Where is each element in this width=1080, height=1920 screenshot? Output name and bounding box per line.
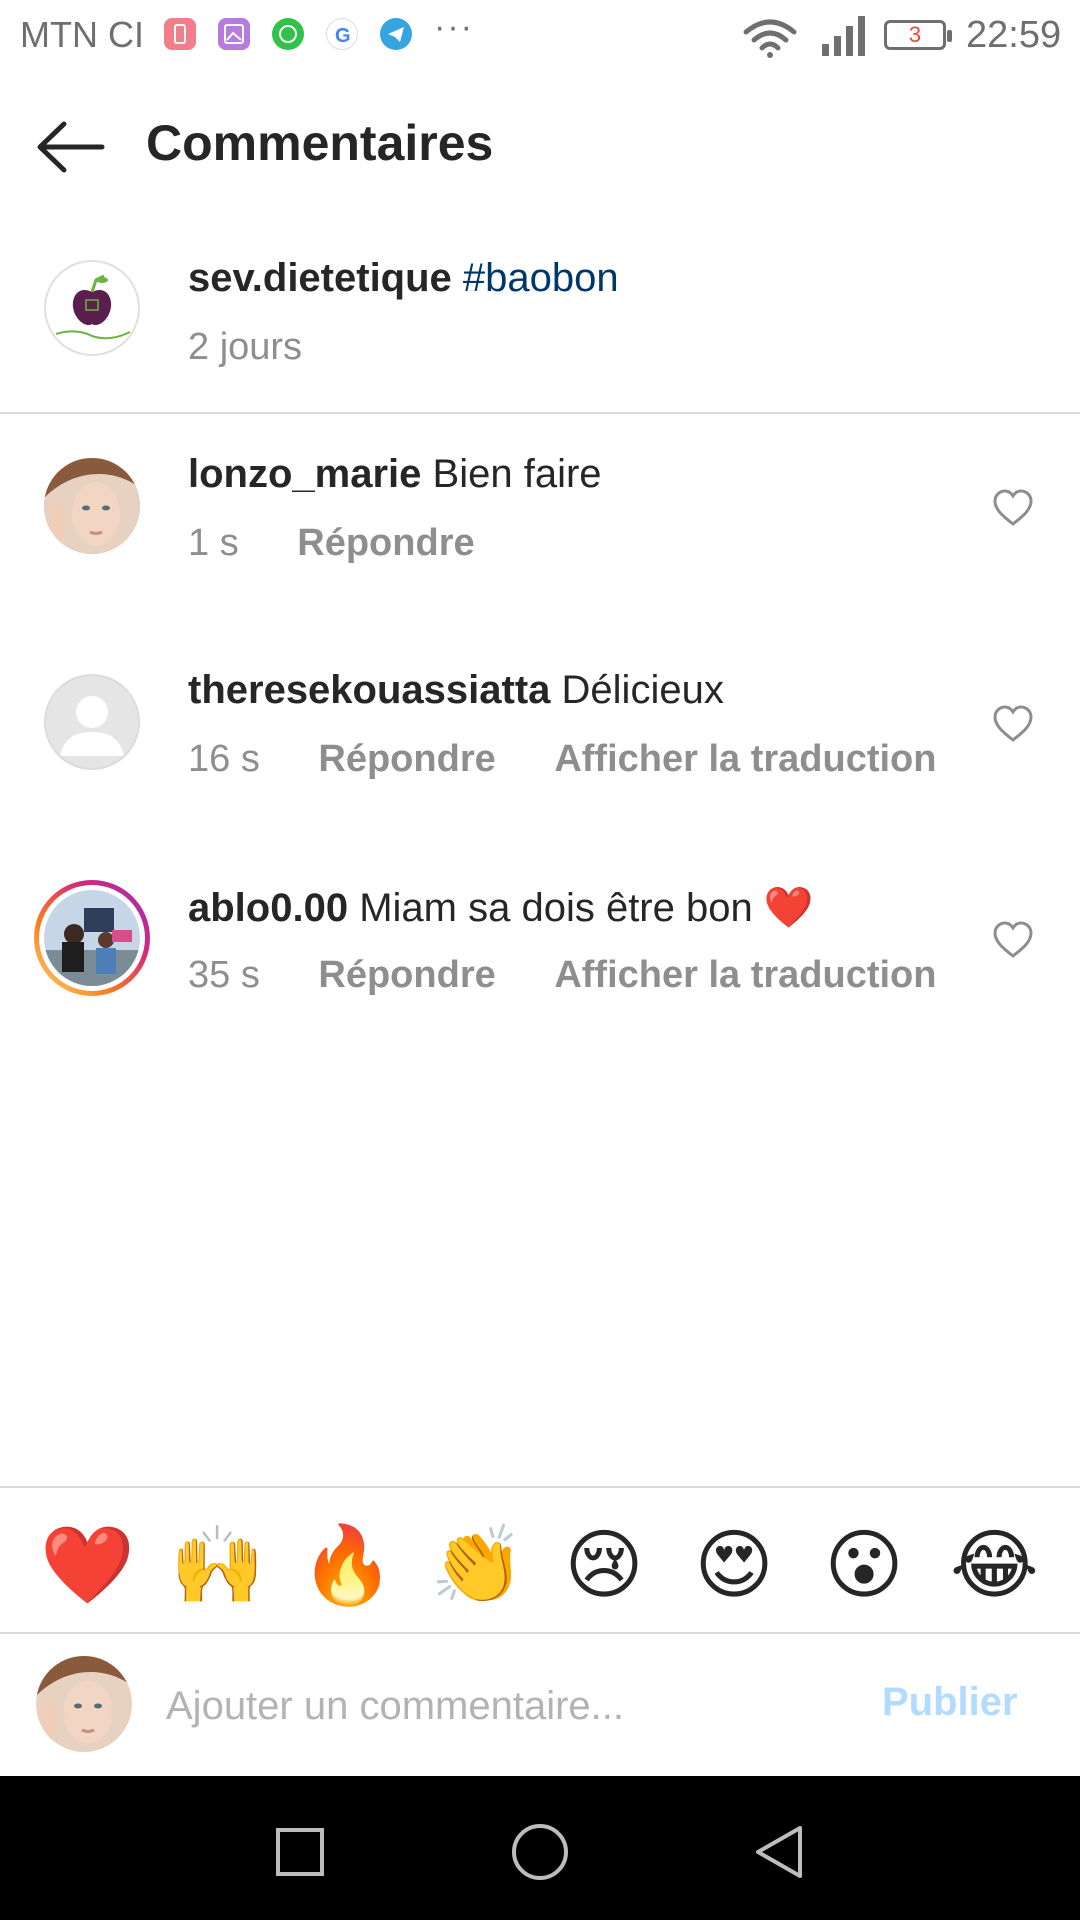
comment-time: 16 s [188,738,260,780]
comment-time: 1 s [188,522,239,564]
translate-button[interactable]: Afficher la traduction [554,738,936,780]
caption-time: 2 jours [188,326,303,368]
comment-input[interactable] [166,1676,846,1736]
comment-composer: Publier [0,1632,1080,1776]
page-title: Commentaires [146,115,494,171]
avatar[interactable] [44,674,140,770]
comment-time: 35 s [188,954,260,996]
fire-emoji-button[interactable]: 🔥 [300,1522,395,1610]
like-heart-icon[interactable] [992,488,1034,528]
comment-item: theresekouassiatta Délicieux 16 s Répond… [0,628,1080,844]
publish-button[interactable]: Publier [882,1680,1018,1725]
like-heart-icon[interactable] [992,920,1034,960]
clock: 22:59 [966,14,1062,56]
quick-reactions-bar: ❤️ 🙌 🔥 👏 😢 😍 😮 😂 [0,1486,1080,1634]
reply-button[interactable]: Répondre [318,954,495,996]
caption-username[interactable]: sev.dietetique [188,256,452,300]
wifi-icon [742,18,798,63]
reply-button[interactable]: Répondre [297,522,474,564]
heart-eyes-emoji-button[interactable]: 😍 [690,1522,778,1610]
heart-emoji-button[interactable]: ❤️ [40,1522,135,1610]
battery-icon: 3 [884,20,952,50]
google-icon: G [326,18,358,50]
gallery-icon [218,18,250,50]
back-triangle-icon[interactable] [740,1812,820,1892]
comment-item: lonzo_marie Bien faire 1 s Répondre [0,412,1080,628]
more-notifications-icon: ··· [434,8,474,46]
laughing-emoji-button[interactable]: 😂 [950,1522,1039,1610]
raising-hands-emoji-button[interactable]: 🙌 [170,1522,265,1610]
battery-saver-icon [164,18,196,50]
recent-apps-square-icon[interactable] [260,1812,340,1892]
crying-emoji-button[interactable]: 😢 [560,1522,648,1610]
post-caption: sev.dietetique #baobon 2 jours [0,214,1080,414]
surprised-emoji-button[interactable]: 😮 [820,1522,908,1610]
comment-text: Bien faire [432,452,602,496]
caption-hashtag[interactable]: #baobon [463,256,619,300]
header: Commentaires [0,74,1080,214]
comment-text: Miam sa dois être bon ❤️ [359,886,814,930]
whatsapp-icon [272,18,304,50]
translate-button[interactable]: Afficher la traduction [554,954,936,996]
reply-button[interactable]: Répondre [318,738,495,780]
carrier-name: MTN CI [20,14,144,55]
avatar[interactable] [44,260,140,356]
telegram-icon [380,18,412,50]
comment-text: Délicieux [561,668,724,712]
comment-item: ablo0.00 Miam sa dois être bon ❤️ 35 s R… [0,844,1080,1060]
comment-username[interactable]: ablo0.00 [188,886,348,930]
back-arrow-icon[interactable] [30,112,110,182]
avatar[interactable] [44,458,140,554]
clapping-emoji-button[interactable]: 👏 [430,1522,525,1610]
svg-text:G: G [335,25,351,47]
system-navigation-bar [0,1776,1080,1920]
current-user-avatar [36,1656,132,1752]
avatar-story-ring[interactable] [34,880,150,996]
comment-username[interactable]: theresekouassiatta [188,668,550,712]
status-bar: MTN CI G ··· 3 22:59 [0,0,1080,74]
comment-username[interactable]: lonzo_marie [188,452,421,496]
like-heart-icon[interactable] [992,704,1034,744]
home-circle-icon[interactable] [500,1812,580,1892]
signal-icon [820,16,868,61]
